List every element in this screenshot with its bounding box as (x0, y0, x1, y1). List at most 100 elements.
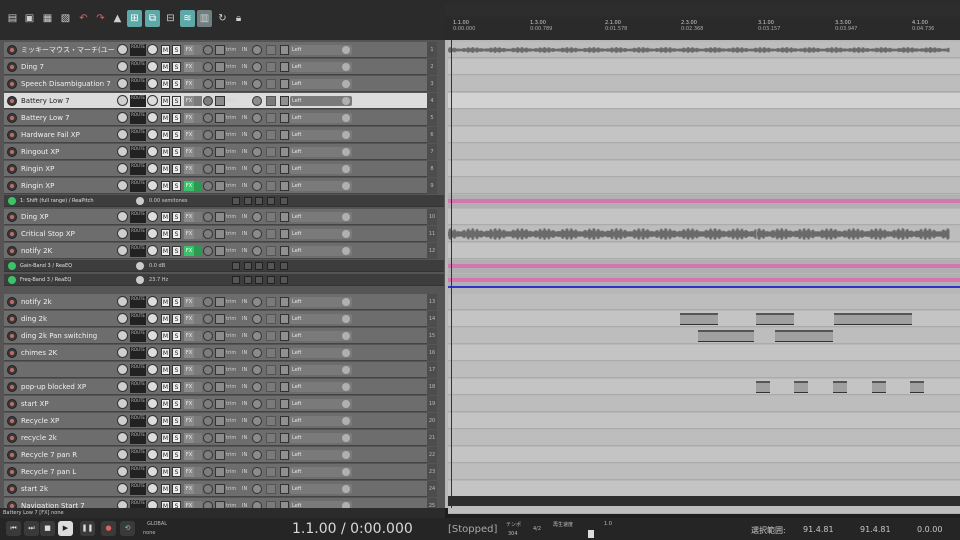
input-select[interactable]: Left (290, 467, 352, 477)
volume-knob[interactable] (117, 163, 128, 174)
tempo-value[interactable]: 304 (508, 531, 518, 537)
volume-knob[interactable] (117, 466, 128, 477)
envelope-lane[interactable] (448, 260, 960, 273)
track-lane[interactable] (448, 396, 960, 412)
monitor-button[interactable] (266, 484, 276, 494)
track-header[interactable]: Ringin XP ROUTE M S FX trim IN Left 8 (4, 161, 437, 177)
automation-mode-icon[interactable] (215, 130, 225, 140)
track-header[interactable]: Speech Disambiguation 7 ROUTE M S FX trim IN Le… (4, 76, 437, 92)
envelope-icon[interactable] (203, 331, 213, 341)
input-channel-icon[interactable] (280, 113, 289, 123)
track-header[interactable]: Ringin XP ROUTE M S FX trim IN Left 9 (4, 178, 437, 194)
track-name[interactable]: Ringout XP (19, 145, 115, 159)
monitor-button[interactable] (266, 365, 276, 375)
fx-bypass-button[interactable] (194, 399, 202, 409)
fx-button[interactable]: FX (184, 96, 194, 106)
fx-bypass-button[interactable] (194, 433, 202, 443)
route-button[interactable]: ROUTE (130, 415, 146, 427)
horizontal-scrollbar[interactable] (448, 496, 960, 506)
input-select[interactable]: Left (290, 365, 352, 375)
volume-knob[interactable] (117, 296, 128, 307)
automation-mode-icon[interactable] (215, 62, 225, 72)
record-arm-button[interactable] (7, 399, 17, 409)
track-header[interactable]: notify 2k ROUTE M S FX trim IN Left 13 (4, 294, 437, 310)
pan-knob[interactable] (147, 330, 158, 341)
fx-button[interactable]: FX (184, 365, 194, 375)
track-lane[interactable] (448, 345, 960, 361)
mute-button[interactable]: M (161, 96, 170, 106)
input-select[interactable]: Left (290, 62, 352, 72)
audio-item[interactable] (698, 330, 754, 342)
fx-lane-control[interactable] (267, 262, 275, 270)
input-select[interactable]: Left (290, 297, 352, 307)
track-header[interactable]: pop-up blocked XP ROUTE M S FX trim IN Left 18 (4, 379, 437, 395)
record-arm-button[interactable] (7, 45, 17, 55)
mute-button[interactable]: M (161, 331, 170, 341)
input-select[interactable]: Left (290, 147, 352, 157)
automation-mode-icon[interactable] (215, 399, 225, 409)
solo-button[interactable]: S (172, 212, 181, 222)
record-arm-button[interactable] (7, 365, 17, 375)
selection-end[interactable]: 91.4.81 (860, 525, 891, 534)
top-scrollbar[interactable] (445, 4, 960, 16)
audio-item[interactable] (794, 381, 808, 393)
monitor-button[interactable] (266, 181, 276, 191)
input-select[interactable]: Left (290, 433, 352, 443)
mute-button[interactable]: M (161, 45, 170, 55)
fx-bypass-button[interactable] (194, 79, 202, 89)
go-to-start-button[interactable]: ⏮ (6, 521, 21, 536)
track-name[interactable]: Critical Stop XP (19, 227, 115, 241)
input-channel-icon[interactable] (280, 450, 289, 460)
solo-button[interactable]: S (172, 484, 181, 494)
solo-button[interactable]: S (172, 433, 181, 443)
track-header[interactable]: Battery Low 7 ROUTE M S FX trim IN Left 5 (4, 110, 437, 126)
monitor-button[interactable] (266, 331, 276, 341)
auto-crossfade-icon[interactable]: ≋ (180, 10, 195, 27)
solo-button[interactable]: S (172, 79, 181, 89)
fx-bypass-button[interactable] (194, 365, 202, 375)
fx-lane-control[interactable] (280, 262, 288, 270)
mute-button[interactable]: M (161, 147, 170, 157)
track-header[interactable]: ding 2k Pan switching ROUTE M S FX trim IN Left… (4, 328, 437, 344)
fx-bypass-button[interactable] (194, 130, 202, 140)
automation-mode-icon[interactable] (215, 96, 225, 106)
automation-mode-icon[interactable] (215, 365, 225, 375)
automation-mode-icon[interactable] (215, 314, 225, 324)
fx-button[interactable]: FX (184, 433, 194, 443)
record-arm-button[interactable] (7, 433, 17, 443)
fx-parameter-knob[interactable] (136, 197, 144, 205)
fx-button[interactable]: FX (184, 130, 194, 140)
pan-knob[interactable] (147, 211, 158, 222)
track-name[interactable]: start XP (19, 397, 115, 411)
fx-enabled-icon[interactable] (8, 276, 16, 284)
input-channel-icon[interactable] (280, 79, 289, 89)
record-arm-button[interactable] (7, 484, 17, 494)
envelope-icon[interactable] (203, 212, 213, 222)
input-monitor-icon[interactable] (252, 62, 262, 72)
fx-parameter-lane[interactable]: 1: Shift (full range) / ReaPitch 0.00 sem… (4, 195, 444, 207)
monitor-button[interactable] (266, 450, 276, 460)
input-select[interactable]: Left (290, 130, 352, 140)
volume-knob[interactable] (117, 347, 128, 358)
envelope-grid-icon[interactable]: ▥ (197, 10, 212, 27)
record-arm-button[interactable] (7, 62, 17, 72)
track-lane[interactable] (448, 464, 960, 480)
track-lane[interactable] (448, 59, 960, 75)
volume-knob[interactable] (117, 228, 128, 239)
input-channel-icon[interactable] (280, 212, 289, 222)
input-monitor-icon[interactable] (252, 96, 262, 106)
track-name[interactable]: Recycle 7 pan R (19, 448, 115, 462)
fx-bypass-button[interactable] (194, 96, 202, 106)
pan-knob[interactable] (147, 449, 158, 460)
monitor-button[interactable] (266, 229, 276, 239)
fx-bypass-button[interactable] (194, 181, 202, 191)
track-header[interactable]: Recycle 7 pan R ROUTE M S FX trim IN Left 22 (4, 447, 437, 463)
fx-button[interactable]: FX (184, 297, 194, 307)
save-project-icon[interactable]: ▦ (40, 10, 55, 27)
track-lane[interactable] (448, 209, 960, 225)
mute-button[interactable]: M (161, 314, 170, 324)
monitor-button[interactable] (266, 164, 276, 174)
track-name[interactable]: ding 2k (19, 312, 115, 326)
fx-lane-control[interactable] (244, 276, 252, 284)
envelope-icon[interactable] (203, 96, 213, 106)
